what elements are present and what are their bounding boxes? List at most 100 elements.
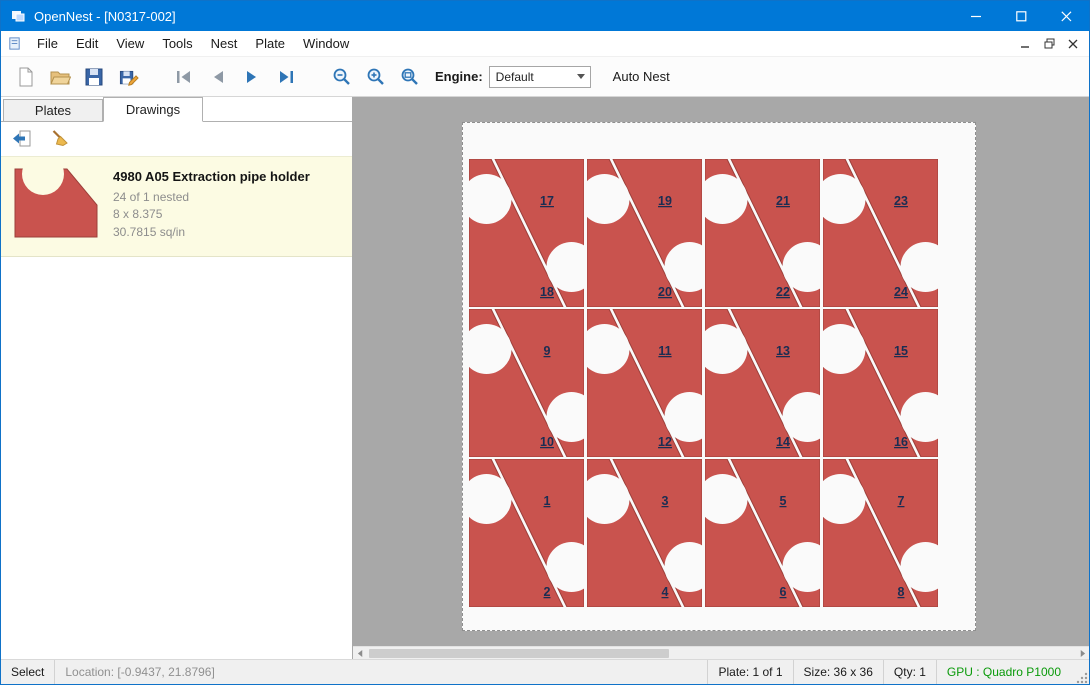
new-file-button[interactable] <box>9 60 43 94</box>
menu-file[interactable]: File <box>28 31 67 56</box>
next-plate-button[interactable] <box>235 60 269 94</box>
maximize-button[interactable] <box>999 1 1044 31</box>
part-notch-cutout <box>463 474 512 524</box>
nest-pair[interactable]: 12 <box>463 459 597 607</box>
zoom-out-button[interactable] <box>325 60 359 94</box>
status-qty: Qty: 1 <box>884 665 936 679</box>
nest-canvas[interactable]: 171819202122232491011121314151612345678 <box>353 97 1089 659</box>
drawings-toolbar <box>1 122 352 156</box>
status-bar: Select Location: [-0.9437, 21.8796] Plat… <box>1 659 1089 684</box>
zoom-fit-button[interactable] <box>393 60 427 94</box>
menu-window[interactable]: Window <box>294 31 358 56</box>
minimize-button[interactable] <box>954 1 999 31</box>
part-number-label: 21 <box>776 194 790 208</box>
status-plate: Plate: 1 of 1 <box>708 665 792 679</box>
save-button[interactable] <box>77 60 111 94</box>
open-file-button[interactable] <box>43 60 77 94</box>
engine-label: Engine: <box>435 69 483 84</box>
child-minimize-icon[interactable] <box>1013 34 1037 54</box>
part-notch-cutout <box>580 324 630 374</box>
nest-pair[interactable]: 1112 <box>580 309 715 457</box>
nest-pair[interactable]: 2324 <box>816 159 951 307</box>
status-location: Location: [-0.9437, 21.8796] <box>55 665 224 679</box>
chevron-down-icon <box>577 74 585 79</box>
menu-bar: File Edit View Tools Nest Plate Window <box>1 31 1089 57</box>
part-number-label: 19 <box>658 194 672 208</box>
part-number-label: 3 <box>662 494 669 508</box>
menu-edit[interactable]: Edit <box>67 31 107 56</box>
part-number-label: 17 <box>540 194 554 208</box>
scroll-left-icon[interactable] <box>353 647 367 659</box>
part-number-label: 15 <box>894 344 908 358</box>
menu-plate[interactable]: Plate <box>246 31 294 56</box>
nest-pair[interactable]: 1516 <box>816 309 951 457</box>
part-notch-cutout <box>816 324 866 374</box>
child-close-icon[interactable] <box>1061 34 1085 54</box>
document-icon[interactable] <box>7 36 22 51</box>
mdi-child-controls <box>1013 34 1089 54</box>
menu-view[interactable]: View <box>107 31 153 56</box>
part-number-label: 2 <box>544 585 551 599</box>
part-number-label: 9 <box>544 344 551 358</box>
zoom-in-button[interactable] <box>359 60 393 94</box>
nest-pair[interactable]: 21 22 <box>698 159 833 307</box>
part-notch-cutout <box>901 242 951 292</box>
part-notch-cutout <box>698 324 748 374</box>
panel-tab-bar: Plates Drawings <box>1 97 352 122</box>
part-notch-cutout <box>463 324 512 374</box>
part-notch-cutout <box>580 174 630 224</box>
auto-nest-button[interactable]: Auto Nest <box>607 65 676 88</box>
part-notch-cutout <box>580 474 630 524</box>
engine-value: Default <box>496 70 534 84</box>
title-bar: OpenNest - [N0317-002] <box>1 1 1089 31</box>
part-notch-cutout <box>816 474 866 524</box>
drawing-list-item[interactable]: 4980 A05 Extraction pipe holder 24 of 1 … <box>1 156 352 257</box>
plate-sheet[interactable]: 171819202122232491011121314151612345678 <box>462 122 976 631</box>
canvas-hscrollbar[interactable] <box>353 646 1089 659</box>
replace-drawing-button[interactable] <box>7 124 37 154</box>
drawing-title: 4980 A05 Extraction pipe holder <box>113 169 310 184</box>
status-gpu: GPU : Quadro P1000 <box>937 665 1071 679</box>
drawing-area: 30.7815 sq/in <box>113 224 310 241</box>
nest-pair[interactable]: 1314 <box>698 309 833 457</box>
save-edit-button[interactable] <box>111 60 145 94</box>
nest-pair[interactable]: 1920 <box>580 159 715 307</box>
last-plate-button[interactable] <box>269 60 303 94</box>
window-title: OpenNest - [N0317-002] <box>34 9 176 24</box>
child-restore-icon[interactable] <box>1037 34 1061 54</box>
nest-pair[interactable]: 78 <box>816 459 951 607</box>
menu-tools[interactable]: Tools <box>153 31 201 56</box>
tab-drawings[interactable]: Drawings <box>103 97 203 122</box>
part-number-label: 20 <box>658 285 672 299</box>
close-button[interactable] <box>1044 1 1089 31</box>
tab-plates[interactable]: Plates <box>3 99 103 121</box>
previous-plate-button[interactable] <box>201 60 235 94</box>
nest-pair[interactable]: 9 10 <box>463 309 597 457</box>
menu-nest[interactable]: Nest <box>202 31 247 56</box>
status-mode: Select <box>1 665 54 679</box>
drawing-thumbnail <box>9 163 101 248</box>
resize-grip[interactable] <box>1071 660 1089 685</box>
part-notch-cutout <box>698 174 748 224</box>
nest-pair[interactable]: 34 <box>580 459 715 607</box>
engine-select[interactable]: Default <box>489 66 591 88</box>
part-number-label: 23 <box>894 194 908 208</box>
nest-pair[interactable]: 56 <box>698 459 833 607</box>
part-number-label: 10 <box>540 435 554 449</box>
hscroll-thumb[interactable] <box>369 649 669 658</box>
part-number-label: 16 <box>894 435 908 449</box>
part-number-label: 22 <box>776 285 790 299</box>
main-toolbar: Engine: Default Auto Nest <box>1 57 1089 97</box>
first-plate-button[interactable] <box>167 60 201 94</box>
drawing-nested-count: 24 of 1 nested <box>113 189 310 206</box>
status-size: Size: 36 x 36 <box>794 665 883 679</box>
drawing-dimensions: 8 x 8.375 <box>113 206 310 223</box>
scroll-right-icon[interactable] <box>1075 647 1089 659</box>
part-notch-cutout <box>901 542 951 592</box>
part-number-label: 12 <box>658 435 672 449</box>
cleanup-broom-button[interactable] <box>45 124 75 154</box>
part-number-label: 6 <box>780 585 787 599</box>
part-number-label: 7 <box>898 494 905 508</box>
part-number-label: 4 <box>662 585 669 599</box>
nest-pair[interactable]: 1718 <box>463 159 597 307</box>
